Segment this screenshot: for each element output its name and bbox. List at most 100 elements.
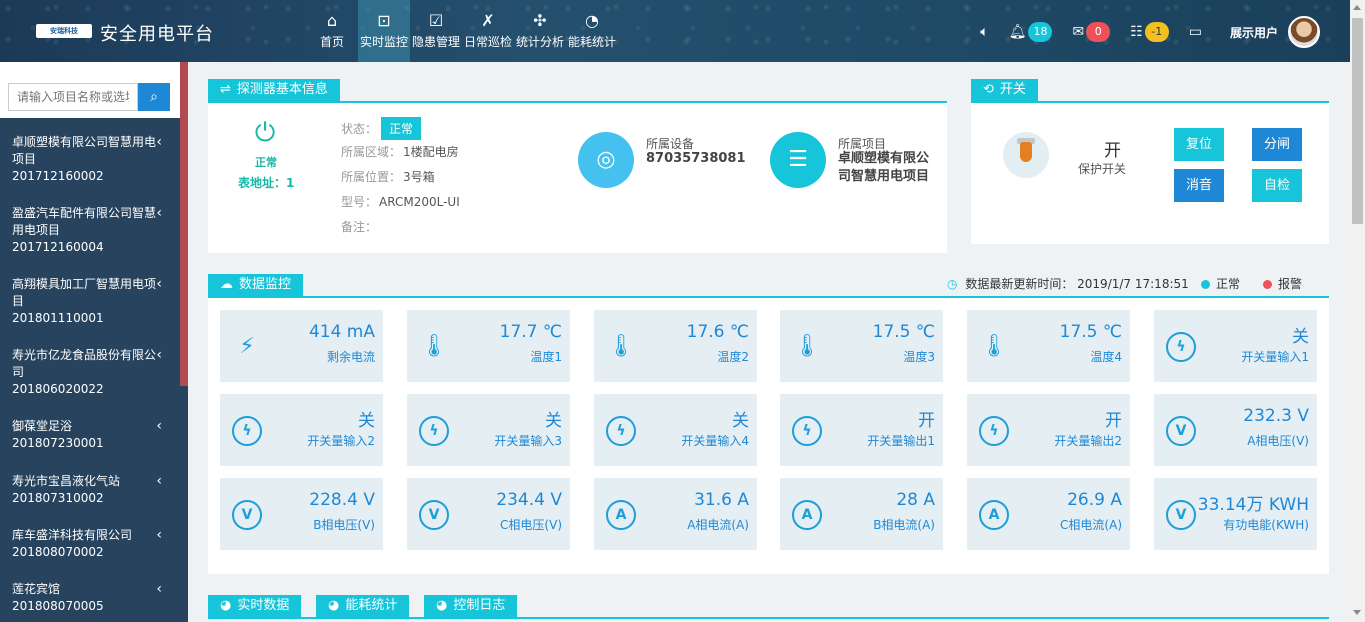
metric-card: ϟ 开 开关量输出2 <box>967 394 1130 466</box>
metric-label: 开关量输出1 <box>867 434 935 448</box>
panel-divider <box>208 617 1329 619</box>
project-name: 卓顺塑模有限公司智慧用电项目 <box>12 135 157 166</box>
metric-value: 17.6 ℃ <box>686 322 749 342</box>
energy-icon: V <box>1166 500 1196 530</box>
remark-row: 备注： <box>341 220 378 234</box>
nav-daily-inspection[interactable]: ✗ 日常巡检 <box>462 0 514 62</box>
normal-dot <box>1201 280 1210 289</box>
list-item[interactable]: 御葆堂足浴 201807230001 ‹ <box>0 408 180 463</box>
list-item[interactable]: 莲花宾馆 201808070005 ‹ <box>0 571 180 621</box>
nav-label: 统计分析 <box>515 35 564 49</box>
device-icon: ◎ <box>578 132 634 188</box>
project-list: 卓顺塑模有限公司智慧用电项目 201712160002 ‹ 盈盛汽车配件有限公司… <box>0 124 180 621</box>
mail-button[interactable]: ✉ 0 <box>1072 22 1111 42</box>
tab-energy-statistics[interactable]: ◕ 能耗统计 <box>316 595 410 617</box>
switch-image <box>1003 132 1049 178</box>
user-name[interactable]: 展示用户 <box>1230 24 1278 41</box>
nav-home[interactable]: ⌂ 首页 <box>306 0 358 62</box>
metric-card: V 33.14万 KWH 有功电能(KWH) <box>1154 478 1317 550</box>
switch-state: 开 <box>1104 141 1121 161</box>
header-actions: 🔈︎ 🔔︎ 18 ✉ 0 ☷ -1 ▭ 展示用户 <box>966 16 1320 48</box>
open-switch-button[interactable]: 分闸 <box>1252 128 1302 161</box>
chevron-left-icon: ‹ <box>156 205 162 221</box>
metric-label: A相电流(A) <box>687 518 749 532</box>
metric-value: 关 <box>545 411 562 431</box>
status-badge: 正常 <box>381 117 422 140</box>
list-item[interactable]: 卓顺塑模有限公司智慧用电项目 201712160002 ‹ <box>0 124 180 195</box>
metric-card: V 232.3 V A相电压(V) <box>1154 394 1317 466</box>
metric-label: C相电压(V) <box>500 518 562 532</box>
main-nav: ⌂ 首页 ⊡ 实时监控 ☑ 隐患管理 ✗ 日常巡检 ✣ 统计分析 ◔ 能耗统计 <box>306 0 618 62</box>
device-value: 87035738081 <box>646 151 746 166</box>
nav-label: 隐患管理 <box>411 35 460 49</box>
lightning-icon: ⚡ <box>239 334 255 359</box>
metric-card: A 31.6 A A相电流(A) <box>594 478 757 550</box>
list-item[interactable]: 库车盛洋科技有限公司 201808070002 ‹ <box>0 517 180 571</box>
current-icon: A <box>606 500 636 530</box>
metric-value: 414 mA <box>308 322 375 342</box>
metric-card: V 234.4 V C相电压(V) <box>407 478 570 550</box>
metric-label: 剩余电流 <box>326 350 375 364</box>
project-code: 201801110001 <box>12 311 104 325</box>
monitor-icon: ⊡ <box>377 11 391 30</box>
screen-icon[interactable]: ▭ <box>1189 24 1202 40</box>
tab-switch[interactable]: ⟲ 开关 <box>971 79 1038 101</box>
chevron-left-icon: ‹ <box>156 581 162 597</box>
switch-label: 保护开关 <box>1078 162 1127 176</box>
nav-realtime-monitor[interactable]: ⊡ 实时监控 <box>358 0 410 62</box>
project-code: 201806020022 <box>12 382 104 396</box>
tasks-button[interactable]: ☷ -1 <box>1130 22 1169 42</box>
mute-button[interactable]: 消音 <box>1174 169 1224 202</box>
cloud-icon: ☁ <box>220 277 233 292</box>
bolt-circle-icon: ϟ <box>1166 332 1196 362</box>
list-item[interactable]: 寿光市亿龙食品股份有限公司 201806020022 ‹ <box>0 337 180 408</box>
bolt-circle-icon: ϟ <box>792 416 822 446</box>
chevron-left-icon: ‹ <box>156 276 162 292</box>
search-button[interactable]: ⌕ <box>138 83 170 111</box>
list-item[interactable]: 高翔模具加工厂智慧用电项目 201801110001 ‹ <box>0 266 180 337</box>
voltage-icon: V <box>419 500 449 530</box>
metric-label: B相电压(V) <box>313 518 375 532</box>
search-icon: ⌕ <box>150 89 158 105</box>
detector-status-short: 正常 <box>255 156 277 169</box>
reset-button[interactable]: 复位 <box>1174 128 1224 161</box>
tab-data-monitor[interactable]: ☁ 数据监控 <box>208 274 304 296</box>
scroll-thumb[interactable] <box>1352 18 1363 224</box>
bolt-circle-icon: ϟ <box>419 416 449 446</box>
task-count-badge: -1 <box>1144 22 1169 42</box>
metric-card: 🌡 17.7 ℃ 温度1 <box>407 310 570 382</box>
metric-label: C相电流(A) <box>1060 518 1122 532</box>
clock-icon: ◷ <box>947 277 958 291</box>
metric-card: ⚡ 414 mA 剩余电流 <box>220 310 383 382</box>
list-item[interactable]: 寿光市宝昌液化气站 201807310002 ‹ <box>0 463 180 517</box>
area-row: 所属区域： 1楼配电房 <box>341 145 459 159</box>
mail-count-badge: 0 <box>1086 22 1111 42</box>
nav-statistics[interactable]: ✣ 统计分析 <box>514 0 566 62</box>
bell-button[interactable]: 🔔︎ 18 <box>1009 22 1053 42</box>
thermometer-icon: 🌡 <box>420 334 448 359</box>
tab-detector-info[interactable]: ⇌ 探测器基本信息 <box>208 79 340 101</box>
project-name: 库车盛洋科技有限公司 <box>12 528 133 542</box>
tab-realtime-data[interactable]: ◕ 实时数据 <box>208 595 302 617</box>
pie-chart-icon: ◕ <box>436 598 448 613</box>
tab-control-log[interactable]: ◕ 控制日志 <box>424 595 518 617</box>
page-scrollbar[interactable] <box>1350 0 1365 622</box>
search-input[interactable] <box>8 83 138 111</box>
metric-card: A 28 A B相电流(A) <box>780 478 943 550</box>
scroll-down-icon[interactable] <box>1353 610 1361 615</box>
self-test-button[interactable]: 自检 <box>1252 169 1302 202</box>
bolt-circle-icon: ϟ <box>606 416 636 446</box>
metric-value: 234.4 V <box>496 490 562 510</box>
project-code: 201808070005 <box>12 599 104 613</box>
nav-hazard-management[interactable]: ☑ 隐患管理 <box>410 0 462 62</box>
project-name: 寿光市亿龙食品股份有限公司 <box>12 348 157 379</box>
scroll-up-icon[interactable] <box>1353 5 1361 10</box>
metric-card: V 228.4 V B相电压(V) <box>220 478 383 550</box>
avatar[interactable] <box>1288 16 1320 48</box>
bolt-circle-icon: ϟ <box>232 416 262 446</box>
speaker-icon[interactable]: 🔈︎ <box>980 24 988 40</box>
metric-value: 关 <box>732 411 749 431</box>
project-sidebar: ⌕ 卓顺塑模有限公司智慧用电项目 201712160002 ‹ 盈盛汽车配件有限… <box>0 62 188 622</box>
list-item[interactable]: 盈盛汽车配件有限公司智慧用电项目 201712160004 ‹ <box>0 195 180 266</box>
nav-energy-statistics[interactable]: ◔ 能耗统计 <box>566 0 618 62</box>
